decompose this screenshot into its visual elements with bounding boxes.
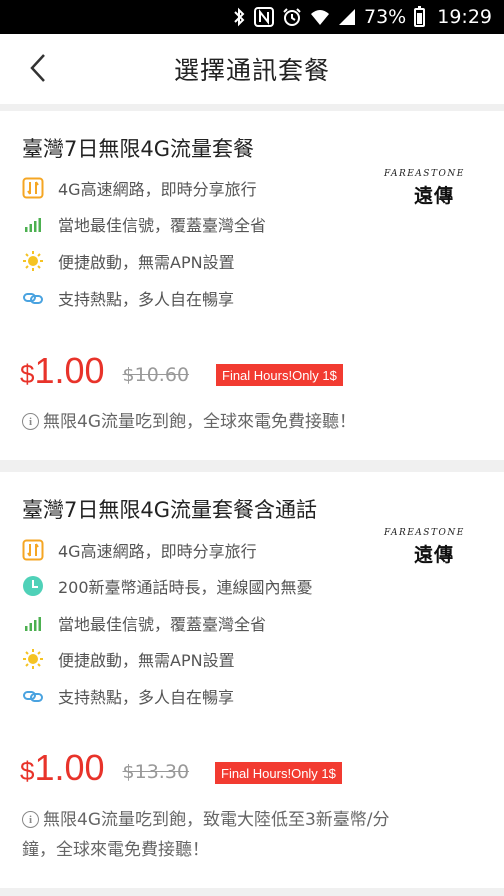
chevron-left-icon [30, 54, 45, 82]
package-card[interactable]: 臺灣7日無限4G流量套餐含通話 FAREASTONE 遠傳 4G高速網路，即時分… [0, 472, 504, 888]
info-icon: i [22, 413, 39, 430]
nfc-icon [254, 7, 274, 27]
clock-time: 19:29 [437, 6, 492, 28]
page-title: 選擇通訊套餐 [173, 56, 330, 85]
back-button[interactable] [22, 52, 54, 84]
clock-icon [22, 575, 44, 597]
feature-item: 支持熱點，多人自在暢享 [22, 684, 234, 708]
original-price: $13.30 [122, 761, 190, 783]
package-title: 臺灣7日無限4G流量套餐 [22, 137, 254, 161]
battery-icon [414, 5, 426, 27]
feature-item: 200新臺幣通話時長，連線國內無憂 [22, 574, 313, 598]
link-hotspot-icon [22, 685, 44, 707]
package-card[interactable]: 臺灣7日無限4G流量套餐 FAREASTONE 遠傳 4G高速網路，即時分享旅行… [0, 111, 504, 460]
alarm-icon [282, 7, 302, 27]
current-price: $1.00 [20, 747, 105, 788]
info-icon: i [22, 811, 39, 828]
original-price: $10.60 [122, 364, 190, 386]
feature-item: 便捷啟動，無需APN設置 [22, 647, 235, 671]
current-price: $1.00 [20, 350, 105, 391]
bluetooth-icon [232, 7, 246, 27]
carrier-logo: FAREASTONE 遠傳 [384, 169, 465, 207]
signal-bars-icon [22, 612, 44, 634]
feature-item: 便捷啟動，無需APN設置 [22, 249, 235, 273]
feature-item: 4G高速網路，即時分享旅行 [22, 176, 257, 200]
promo-badge: Final Hours!Only 1$ [215, 762, 342, 784]
signal-bars-icon [22, 213, 44, 235]
package-title: 臺灣7日無限4G流量套餐含通話 [22, 498, 317, 522]
package-note: i 無限4G流量吃到飽，致電大陸低至3新臺幣/分 鐘，全球來電免費接聽！ [22, 810, 390, 860]
feature-item: 當地最佳信號，覆蓋臺灣全省 [22, 212, 266, 236]
lightbulb-icon [22, 250, 44, 272]
app-header: 選擇通訊套餐 [0, 34, 504, 104]
4g-data-icon [22, 177, 44, 199]
wifi-icon [310, 7, 330, 27]
status-bar: 73% 19:29 [0, 0, 504, 34]
4g-data-icon [22, 539, 44, 561]
link-hotspot-icon [22, 287, 44, 309]
cell-signal-icon [338, 7, 356, 27]
price-row: $1.00 $13.30 [20, 750, 189, 786]
price-row: $1.00 $10.60 [20, 353, 189, 389]
carrier-logo: FAREASTONE 遠傳 [384, 528, 465, 566]
promo-badge: Final Hours!Only 1$ [216, 364, 343, 386]
feature-item: 4G高速網路，即時分享旅行 [22, 538, 257, 562]
feature-item: 當地最佳信號，覆蓋臺灣全省 [22, 611, 266, 635]
feature-item: 支持熱點，多人自在暢享 [22, 286, 234, 310]
lightbulb-icon [22, 648, 44, 670]
battery-percent: 73% [364, 6, 407, 28]
package-note: i 無限4G流量吃到飽，全球來電免費接聽！ [22, 407, 464, 437]
